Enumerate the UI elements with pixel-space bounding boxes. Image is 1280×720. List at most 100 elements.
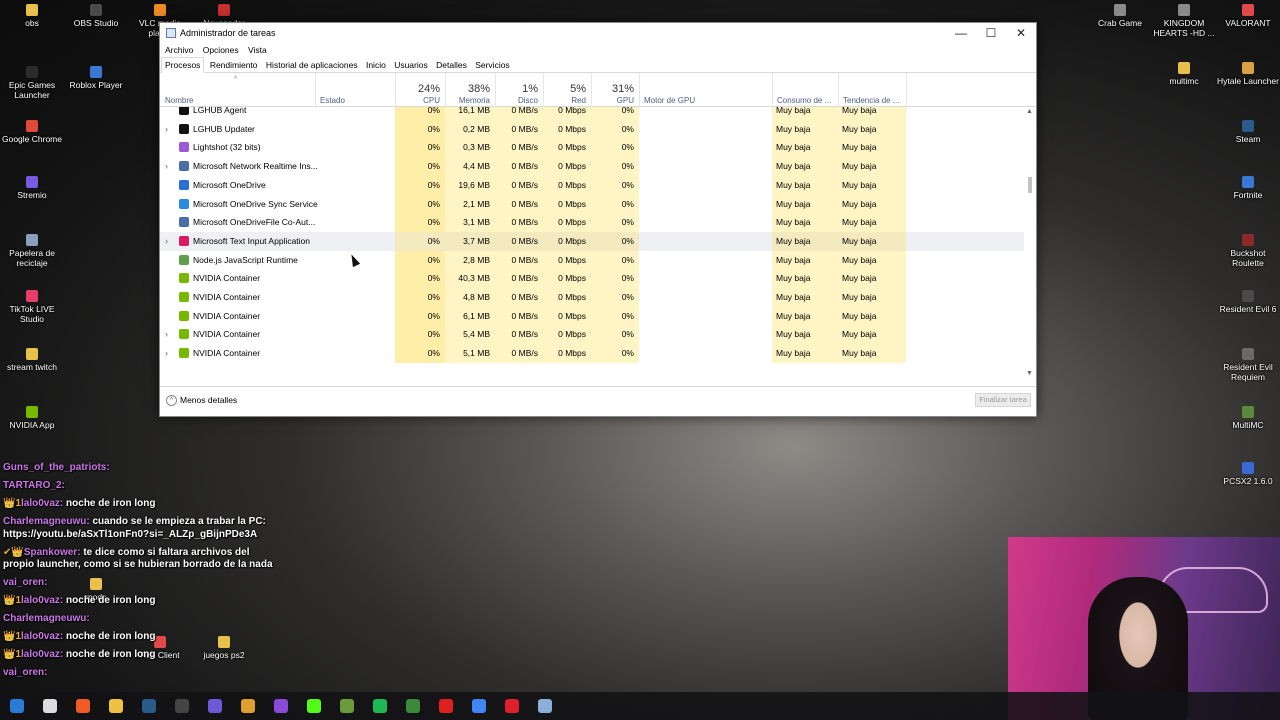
desktop-icon[interactable]: Crab Game — [1088, 4, 1152, 28]
col-name[interactable]: Nombre — [160, 73, 315, 107]
cell-gpu: 0% — [591, 344, 639, 364]
end-task-button[interactable]: Finalizar tarea — [975, 393, 1031, 407]
col-gpu[interactable]: 31% GPU — [591, 73, 639, 107]
app-c-icon[interactable] — [274, 699, 288, 713]
scroll-thumb[interactable] — [1028, 177, 1032, 193]
col-status[interactable]: Estado — [315, 73, 395, 107]
desktop-icon[interactable]: KINGDOM HEARTS -HD ... — [1152, 4, 1216, 38]
scroll-down-icon[interactable]: ▼ — [1026, 370, 1033, 377]
desktop-icon[interactable]: Hytale Launcher — [1216, 62, 1280, 86]
app-icon — [26, 290, 38, 302]
tab-historial[interactable]: Historial de aplicaciones — [263, 58, 361, 73]
chrome-icon-2[interactable] — [472, 699, 486, 713]
desktop-icon[interactable]: stream twitch — [0, 348, 64, 372]
desktop-icon[interactable]: Papelera de reciclaje — [0, 234, 64, 268]
desktop-icon[interactable]: Roblox Player — [64, 66, 128, 90]
desktop-icon[interactable]: Buckshot Roulette — [1216, 234, 1280, 268]
process-row[interactable]: Microsoft OneDrive Sync Service 0% 2,1 MB 0… — [160, 194, 1024, 214]
chevron-right-icon[interactable]: › — [165, 325, 168, 344]
chevron-right-icon[interactable]: › — [165, 232, 168, 251]
col-power-trend[interactable]: Tendencia de ... — [838, 73, 906, 107]
tab-procesos[interactable]: Procesos — [161, 57, 205, 73]
desktop-icon[interactable]: Resident Evil Requiem — [1216, 348, 1280, 382]
steam-icon[interactable] — [142, 699, 156, 713]
app-green-icon[interactable] — [406, 699, 420, 713]
desktop-icon[interactable]: multimc — [1152, 62, 1216, 86]
menu-archivo[interactable]: Archivo — [165, 43, 193, 57]
file-explorer-icon[interactable] — [109, 699, 123, 713]
chrome-icon[interactable] — [241, 699, 255, 713]
desktop-icon[interactable]: Google Chrome — [0, 120, 64, 144]
tab-inicio[interactable]: Inicio — [363, 58, 389, 73]
desktop-icon[interactable]: NVIDIA App — [0, 406, 64, 430]
search-icon[interactable] — [43, 699, 57, 713]
close-button[interactable]: ✕ — [1006, 23, 1036, 43]
minecraft-icon[interactable] — [340, 699, 354, 713]
process-row[interactable]: Lightshot (32 bits) 0% 0,3 MB 0 MB/s 0 Mbps 0… — [160, 138, 1024, 158]
window-title: Administrador de tareas — [180, 28, 276, 38]
obs-icon[interactable] — [175, 699, 189, 713]
chat-message: ✔👑Spankower: te dice como si faltara arc… — [3, 547, 273, 572]
menu-opciones[interactable]: Opciones — [203, 43, 239, 57]
chevron-right-icon[interactable]: › — [165, 120, 168, 139]
vertical-scrollbar[interactable]: ▲ ▼ — [1024, 107, 1036, 378]
desktop-icon[interactable]: OBS Studio — [64, 4, 128, 28]
task-manager-icon[interactable] — [538, 699, 552, 713]
tab-usuarios[interactable]: Usuarios — [391, 58, 431, 73]
opera-icon[interactable] — [505, 699, 519, 713]
process-row[interactable]: LGHUB Agent 0% 16,1 MB 0 MB/s 0 Mbps 0% Muy ba… — [160, 107, 1024, 120]
app-icon — [1242, 406, 1254, 418]
col-network[interactable]: 5% Red — [543, 73, 591, 107]
col-disk[interactable]: 1% Disco — [495, 73, 543, 107]
chevron-right-icon[interactable]: › — [165, 344, 168, 363]
tab-detalles[interactable]: Detalles — [433, 58, 470, 73]
process-row[interactable]: Microsoft OneDriveFile Co-Aut... 0% 3,1 MB… — [160, 213, 1024, 233]
desktop-icon[interactable]: Epic Games Launcher — [0, 66, 64, 100]
scroll-up-icon[interactable]: ▲ — [1026, 108, 1033, 115]
chat-text: noche de iron long — [66, 595, 156, 606]
minimize-button[interactable]: — — [946, 23, 976, 43]
spotify-icon[interactable] — [373, 699, 387, 713]
process-row[interactable]: › Microsoft Network Realtime Ins... 0% 4,4 … — [160, 157, 1024, 177]
col-gpu-engine[interactable]: Motor de GPU — [639, 73, 772, 107]
brave-icon[interactable] — [76, 699, 90, 713]
title-bar[interactable]: Administrador de tareas — ☐ ✕ — [160, 23, 1036, 43]
process-row[interactable]: NVIDIA Container 0% 40,3 MB 0 MB/s 0 Mbps 0% M… — [160, 269, 1024, 289]
maximize-button[interactable]: ☐ — [976, 23, 1006, 43]
process-row[interactable]: Microsoft OneDrive 0% 19,6 MB 0 MB/s 0 Mbps 0… — [160, 175, 1024, 195]
kick-icon[interactable] — [307, 699, 321, 713]
desktop-icon[interactable]: Resident Evil 6 — [1216, 290, 1280, 314]
col-cpu[interactable]: 24% CPU — [395, 73, 445, 107]
desktop-icon[interactable]: Stremio — [0, 176, 64, 200]
process-row[interactable]: › LGHUB Updater 0% 0,2 MB 0 MB/s 0 Mbps 0% Muy … — [160, 119, 1024, 139]
less-details-button[interactable]: ^ Menos detalles — [166, 395, 237, 407]
desktop-icon[interactable]: VALORANT — [1216, 4, 1280, 28]
tab-servicios[interactable]: Servicios — [472, 58, 512, 73]
cell-power: Muy baja — [772, 119, 838, 139]
process-row[interactable]: NVIDIA Container 0% 6,1 MB 0 MB/s 0 Mbps 0% Mu… — [160, 306, 1024, 326]
process-row[interactable]: › Microsoft Text Input Application 0% 3,7 M… — [160, 231, 1024, 251]
app-icon — [1242, 176, 1254, 188]
menu-vista[interactable]: Vista — [248, 43, 267, 57]
cell-cpu: 0% — [395, 306, 445, 326]
process-row[interactable]: NVIDIA Container 0% 4,8 MB 0 MB/s 0 Mbps 0% Mu… — [160, 288, 1024, 307]
desktop-icon[interactable]: MultiMC — [1216, 406, 1280, 430]
column-header: ^ Nombre Estado 24% CPU 38% Memoria 1% D… — [160, 73, 1036, 107]
chrome-alt-icon[interactable] — [208, 699, 222, 713]
process-row[interactable]: Node.js JavaScript Runtime 0% 2,8 MB 0 MB/s… — [160, 250, 1024, 270]
windows-start-icon[interactable] — [10, 699, 24, 713]
desktop-icon[interactable]: PCSX2 1.6.0 — [1216, 462, 1280, 486]
col-memory[interactable]: 38% Memoria — [445, 73, 495, 107]
desktop-icon[interactable]: Steam — [1216, 120, 1280, 144]
desktop-icon[interactable]: obs — [0, 4, 64, 28]
process-row[interactable]: › NVIDIA Container 0% 5,4 MB 0 MB/s 0 Mbps 0% M… — [160, 325, 1024, 345]
process-row[interactable]: › NVIDIA Container 0% 5,1 MB 0 MB/s 0 Mbps 0% M… — [160, 344, 1024, 364]
col-power-usage[interactable]: Consumo de ... — [772, 73, 838, 107]
desktop-icon[interactable]: TikTok LIVE Studio — [0, 290, 64, 324]
chevron-right-icon[interactable]: › — [165, 157, 168, 176]
desktop-icon-label: VALORANT — [1225, 18, 1271, 28]
desktop-icon[interactable]: Fortnite — [1216, 176, 1280, 200]
tab-rendimiento[interactable]: Rendimiento — [207, 58, 261, 73]
youtube-studio-icon[interactable] — [439, 699, 453, 713]
chevron-up-icon: ^ — [166, 395, 177, 407]
